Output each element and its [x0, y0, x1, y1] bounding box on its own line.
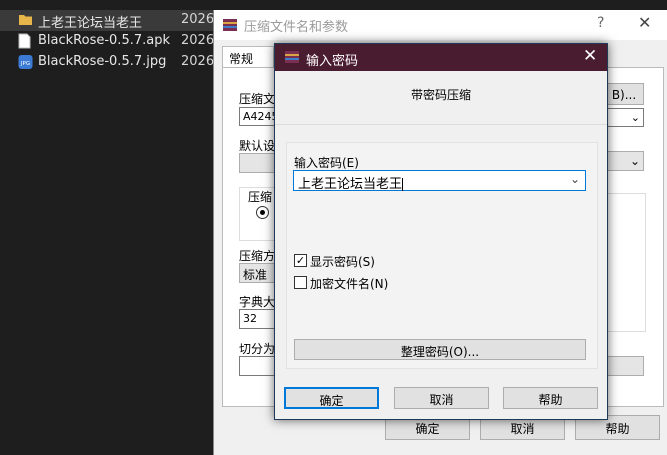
divider	[275, 124, 607, 125]
winrar-icon	[222, 17, 238, 36]
password-dialog-titlebar[interactable]: 输入密码 ✕	[275, 44, 607, 71]
dictionary-label: 字典大	[239, 295, 276, 309]
folder-icon	[18, 12, 32, 29]
organize-passwords-button[interactable]: 整理密码(O)...	[294, 339, 586, 360]
encrypt-filenames-label: 加密文件名(N)	[310, 277, 389, 291]
dialog-subtitle: 带密码压缩	[410, 88, 471, 102]
chevron-down-icon[interactable]: ⌄	[570, 172, 580, 186]
show-password-label: 显示密码(S)	[310, 255, 375, 269]
method-label: 压缩方	[239, 249, 276, 263]
options-list[interactable]	[604, 193, 646, 332]
winrar-icon	[284, 49, 300, 68]
archive-dialog-title: 压缩文件名和参数	[244, 20, 349, 35]
file-row-apk[interactable]: BlackRose-0.5.7.apk 2026/	[0, 31, 218, 52]
tab-general[interactable]: 常规	[222, 46, 274, 68]
profile-combo[interactable]	[239, 153, 279, 173]
split-combo[interactable]	[239, 356, 279, 376]
format-radio[interactable]	[256, 206, 269, 219]
help-button[interactable]: 帮助	[503, 387, 598, 409]
file-row-jpg[interactable]: JPG BlackRose-0.5.7.jpg 2026/	[0, 52, 218, 73]
archive-format-label: 压缩	[248, 188, 273, 205]
archive-name-dropdown[interactable]: ⌄	[604, 108, 644, 127]
help-icon[interactable]: ?	[597, 15, 604, 31]
archive-dialog-titlebar[interactable]: 压缩文件名和参数 ? ✕	[214, 10, 667, 40]
cancel-button[interactable]: 取消	[394, 387, 489, 409]
file-name: 上老王论坛当老王	[38, 16, 143, 31]
password-value: 上老王论坛当老王	[298, 177, 403, 192]
split-dropdown[interactable]	[604, 356, 644, 376]
file-name: BlackRose-0.5.7.jpg	[38, 54, 167, 69]
dictionary-combo[interactable]: 32	[239, 309, 279, 329]
file-row-folder[interactable]: 上老王论坛当老王 2026/	[0, 10, 218, 31]
close-icon[interactable]: ✕	[638, 13, 651, 32]
file-icon	[18, 33, 32, 50]
ok-button[interactable]: 确定	[284, 387, 379, 409]
file-name: BlackRose-0.5.7.apk	[38, 33, 170, 48]
enter-password-label: 输入密码(E)	[294, 156, 359, 170]
archive-name-label: 压缩文	[239, 92, 276, 106]
password-dialog-title: 输入密码	[306, 54, 359, 69]
image-icon: JPG	[18, 54, 33, 71]
profile-dropdown[interactable]: ⌄	[604, 151, 644, 171]
method-combo[interactable]: 标准	[239, 263, 279, 283]
archive-name-input[interactable]: A4245	[239, 107, 279, 126]
close-icon[interactable]: ✕	[583, 46, 597, 66]
text-cursor	[402, 178, 404, 191]
default-profile-label: 默认设	[239, 139, 276, 153]
checkmark-icon: ✓	[294, 254, 307, 267]
password-dialog: 输入密码 ✕ 带密码压缩 输入密码(E) ✓ 显示密码(S) 加密文件名(N) …	[274, 43, 608, 420]
browse-button[interactable]: B)...	[604, 83, 644, 105]
image-icon-label: JPG	[20, 61, 30, 67]
split-label: 切分为	[239, 342, 276, 356]
password-input[interactable]: 上老王论坛当老王 ⌄	[293, 170, 586, 192]
